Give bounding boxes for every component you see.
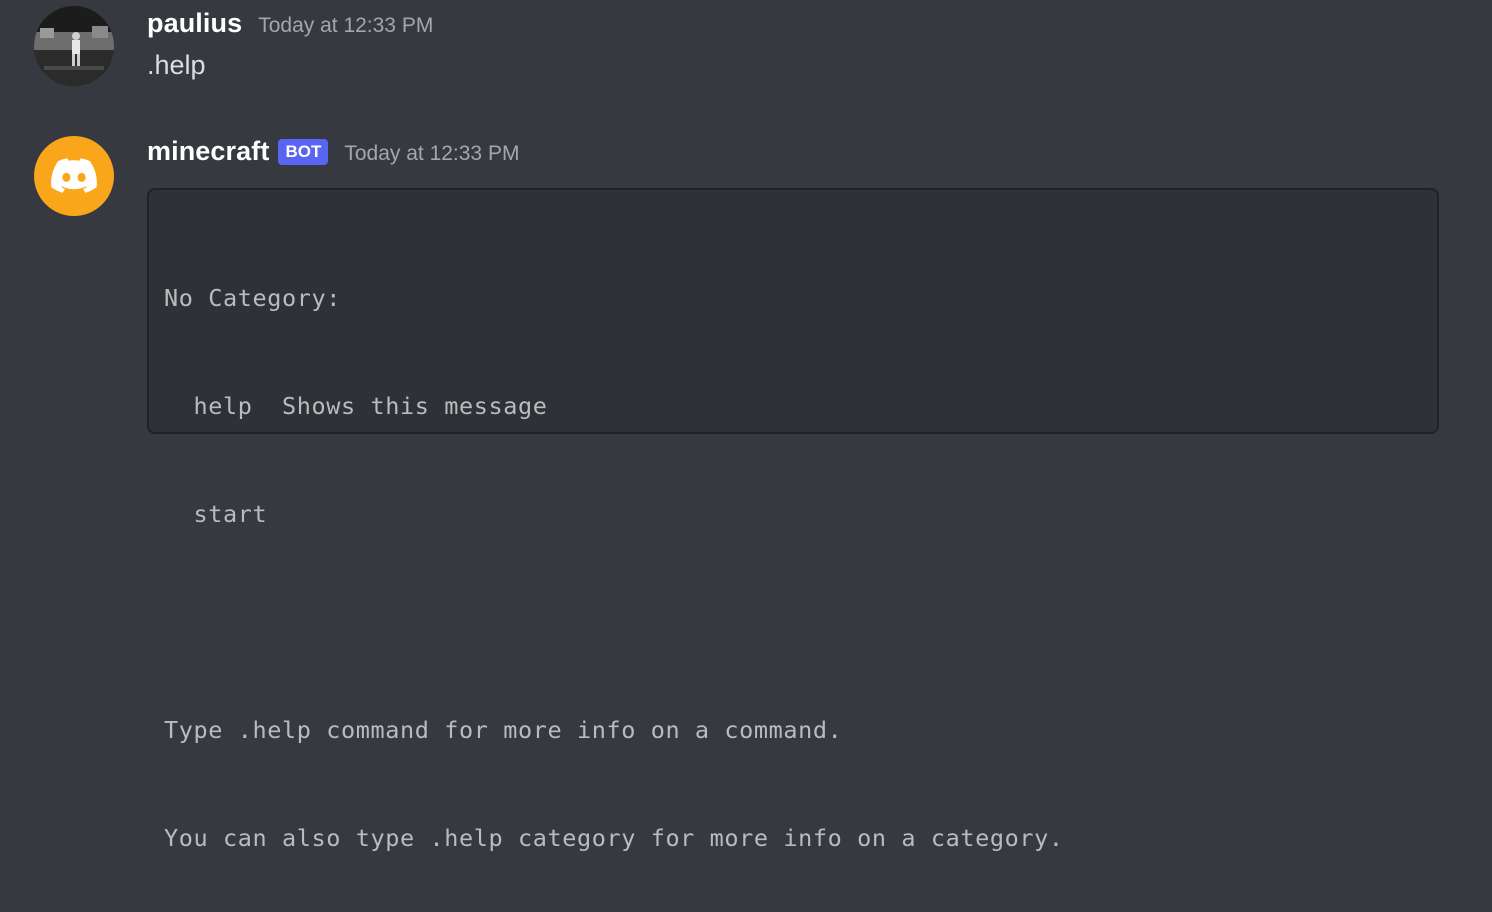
code-line: You can also type .help category for mor… xyxy=(164,824,1064,852)
message-header: paulius Today at 12:33 PM xyxy=(147,8,433,39)
chat-message-bot: minecraft BOT Today at 12:33 PM No Categ… xyxy=(0,128,1492,852)
code-line: No Category: xyxy=(164,284,341,312)
bot-avatar[interactable] xyxy=(34,136,114,216)
username[interactable]: paulius xyxy=(147,8,242,39)
message-content: .help xyxy=(147,50,206,80)
code-line: help Shows this message xyxy=(164,392,548,420)
user-avatar[interactable] xyxy=(34,6,114,86)
code-line: start xyxy=(164,500,268,528)
user-photo-icon xyxy=(34,6,114,86)
bot-tag-badge: BOT xyxy=(278,139,329,165)
discord-logo-icon xyxy=(51,158,97,193)
code-block: No Category: help Shows this message sta… xyxy=(147,188,1439,852)
message-header: minecraft BOT Today at 12:33 PM xyxy=(147,136,519,168)
code-line: Type .help command for more info on a co… xyxy=(164,716,843,744)
chat-message-user: paulius Today at 12:33 PM .help xyxy=(0,0,1492,100)
timestamp[interactable]: Today at 12:33 PM xyxy=(344,142,519,166)
username[interactable]: minecraft xyxy=(147,136,269,167)
timestamp[interactable]: Today at 12:33 PM xyxy=(258,14,433,38)
